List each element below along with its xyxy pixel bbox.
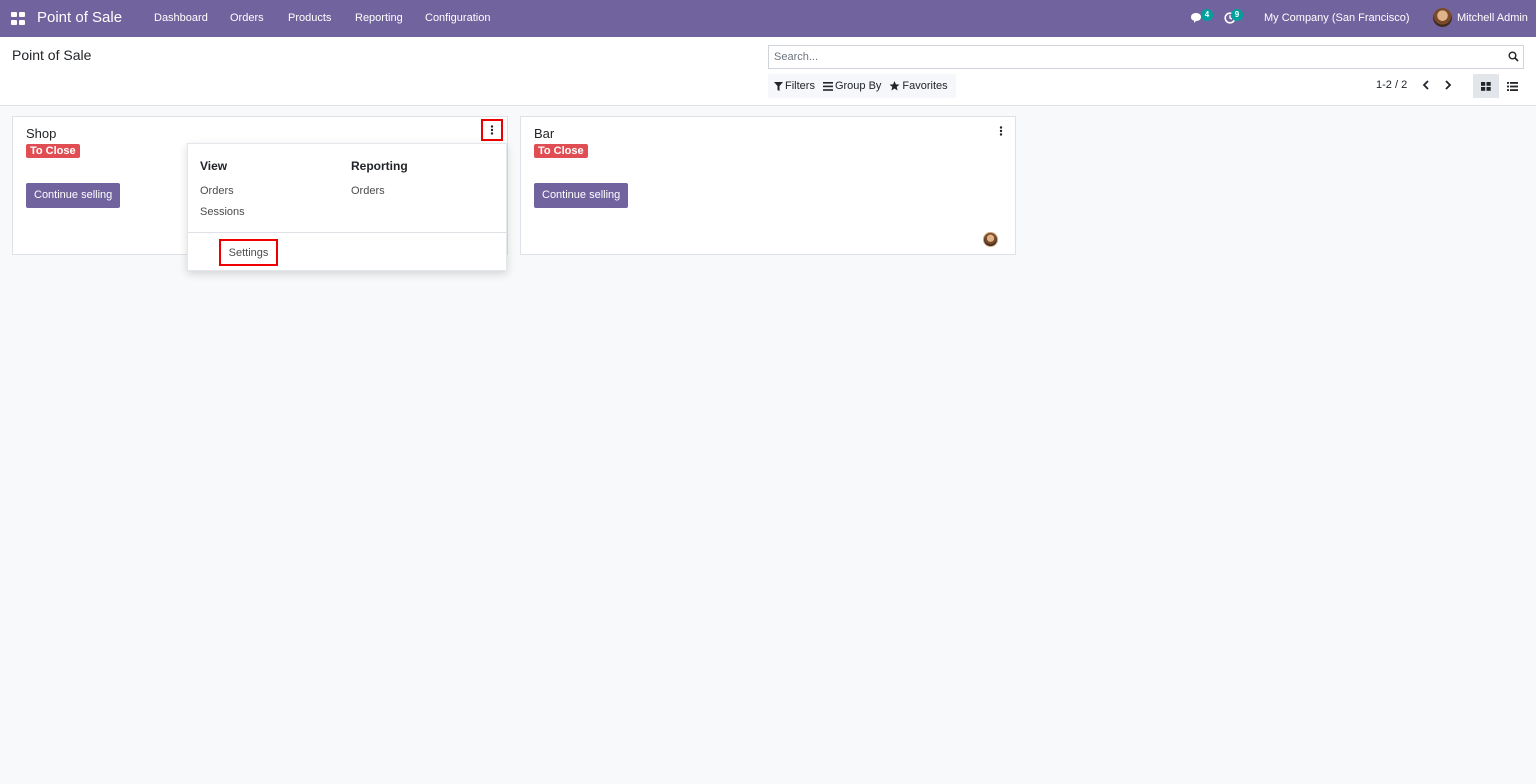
app-title[interactable]: Point of Sale: [37, 9, 122, 26]
group-by-label: Group By: [834, 80, 882, 92]
menu-orders[interactable]: Orders: [230, 12, 264, 24]
dropdown-item-settings[interactable]: Settings: [219, 239, 278, 266]
dropdown-divider: [188, 232, 506, 233]
star-icon: [889, 81, 900, 91]
kanban-icon: [1481, 81, 1491, 91]
continue-selling-button[interactable]: Continue selling: [26, 183, 121, 208]
pos-card-bar: Bar To Close Continue selling: [520, 116, 1016, 255]
group-by-button[interactable]: Group By: [822, 80, 882, 92]
card-options-button[interactable]: [990, 120, 1012, 142]
kanban-view-button[interactable]: [1473, 74, 1499, 98]
card-options-dropdown: View Orders Sessions Reporting Orders Se…: [187, 143, 507, 271]
user-menu[interactable]: Mitchell Admin: [1457, 12, 1528, 24]
menu-reporting[interactable]: Reporting: [355, 12, 403, 24]
dropdown-heading-view: View: [200, 159, 228, 173]
menu-dashboard[interactable]: Dashboard: [154, 12, 208, 24]
apps-menu-icon[interactable]: [11, 12, 25, 25]
card-title: Shop: [26, 126, 57, 141]
dropdown-heading-reporting: Reporting: [351, 159, 408, 173]
list-view-button[interactable]: [1499, 74, 1525, 98]
status-badge: To Close: [26, 144, 80, 158]
vertical-ellipsis-icon: [490, 125, 494, 135]
menu-configuration[interactable]: Configuration: [425, 12, 490, 24]
menu-products[interactable]: Products: [288, 12, 331, 24]
card-options-button[interactable]: [481, 119, 503, 141]
search-options-bar: Filters Group By Favorites: [768, 74, 956, 98]
continue-selling-button[interactable]: Continue selling: [534, 183, 629, 208]
bars-icon: [822, 81, 833, 91]
status-badge: To Close: [534, 144, 588, 158]
favorites-button[interactable]: Favorites: [889, 80, 948, 92]
dropdown-item-view-sessions[interactable]: Sessions: [200, 206, 245, 218]
activities-count-badge: 9: [1231, 9, 1243, 21]
dropdown-item-view-orders[interactable]: Orders: [200, 185, 234, 197]
chevron-right-icon: [1445, 80, 1452, 90]
responsible-user-avatar[interactable]: [983, 232, 998, 247]
vertical-ellipsis-icon: [999, 126, 1003, 136]
filter-icon: [774, 81, 783, 91]
messages-count-badge: 4: [1201, 9, 1213, 21]
pager-value[interactable]: 1-2 / 2: [1376, 79, 1407, 91]
search-box: [768, 45, 1524, 69]
list-icon: [1506, 81, 1518, 91]
company-switcher[interactable]: My Company (San Francisco): [1264, 12, 1410, 24]
card-title: Bar: [534, 126, 555, 141]
search-input[interactable]: [769, 46, 1489, 68]
favorites-label: Favorites: [902, 80, 948, 92]
filters-label: Filters: [785, 80, 815, 92]
control-panel: Point of Sale Filters Group By Favorites…: [0, 37, 1536, 106]
search-icon[interactable]: [1508, 51, 1519, 62]
pager-next-button[interactable]: [1440, 77, 1456, 93]
page-title: Point of Sale: [12, 47, 92, 63]
top-navbar: Point of Sale Dashboard Orders Products …: [0, 0, 1536, 37]
user-avatar[interactable]: [1433, 8, 1452, 27]
pager-previous-button[interactable]: [1418, 77, 1434, 93]
chevron-left-icon: [1422, 80, 1429, 90]
filters-button[interactable]: Filters: [774, 80, 815, 92]
dropdown-item-reporting-orders[interactable]: Orders: [351, 185, 385, 197]
